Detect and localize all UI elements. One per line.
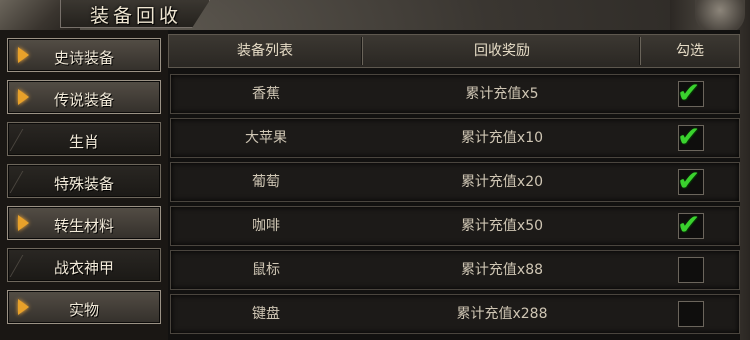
- item-reward: 累计充值x288: [456, 306, 548, 322]
- checkmark-icon: ✔: [677, 76, 701, 109]
- item-reward: 累计充值x88: [460, 262, 544, 278]
- select-checkbox[interactable]: ✔: [677, 120, 704, 153]
- select-checkbox[interactable]: ✔: [677, 164, 704, 197]
- recycle-table: 装备列表 回收奖励 勾选 香蕉 累计充值x5 ✔ 大苹果 累计充值x10 ✔ 葡萄 累计充值x…: [168, 30, 740, 340]
- item-name: 键盘: [252, 306, 280, 322]
- checkmark-icon: ✔: [677, 164, 701, 197]
- table-row: 香蕉 累计充值x5 ✔: [170, 74, 740, 114]
- menu-item-label: 传说装备: [53, 91, 114, 109]
- item-reward: 累计充值x10: [460, 130, 544, 146]
- item-reward: 累计充值x5: [465, 86, 539, 102]
- header-select: 勾选: [676, 43, 704, 59]
- menu-item-label: 转生材料: [53, 217, 114, 235]
- item-name: 大苹果: [245, 130, 287, 146]
- checkmark-icon: ✔: [677, 208, 701, 241]
- select-checkbox[interactable]: ✔: [677, 76, 704, 109]
- header-reward: 回收奖励: [474, 43, 530, 59]
- close-ornament-icon[interactable]: [695, 0, 745, 34]
- category-sidebar: 史诗装备传说装备生肖特殊装备转生材料战衣神甲实物: [0, 30, 168, 340]
- menu-item-0[interactable]: 史诗装备: [7, 38, 161, 72]
- item-name: 葡萄: [252, 174, 280, 190]
- window-title: 装备回收: [90, 5, 183, 27]
- item-name: 咖啡: [252, 218, 280, 234]
- menu-item-label: 特殊装备: [53, 175, 114, 193]
- menu-item-3[interactable]: 特殊装备: [7, 164, 161, 198]
- item-name: 香蕉: [252, 86, 280, 102]
- table-row: 键盘 累计充值x288: [170, 294, 740, 334]
- menu-item-label: 生肖: [68, 133, 99, 151]
- table-row: 大苹果 累计充值x10 ✔: [170, 118, 740, 158]
- select-checkbox[interactable]: [678, 301, 704, 327]
- menu-item-label: 史诗装备: [53, 49, 114, 67]
- table-row: 鼠标 累计充值x88: [170, 250, 740, 290]
- select-checkbox[interactable]: ✔: [677, 208, 704, 241]
- table-header: 装备列表 回收奖励 勾选: [168, 34, 740, 68]
- table-row: 咖啡 累计充值x50 ✔: [170, 206, 740, 246]
- item-reward: 累计充值x50: [460, 218, 544, 234]
- menu-item-2[interactable]: 生肖: [7, 122, 161, 156]
- item-reward: 累计充值x20: [460, 174, 544, 190]
- menu-item-4[interactable]: 转生材料: [7, 206, 161, 240]
- item-name: 鼠标: [252, 262, 280, 278]
- menu-item-6[interactable]: 实物: [7, 290, 161, 324]
- menu-item-label: 战衣神甲: [53, 259, 114, 277]
- menu-item-label: 实物: [68, 301, 99, 319]
- menu-item-5[interactable]: 战衣神甲: [7, 248, 161, 282]
- header-equip-list: 装备列表: [237, 43, 293, 59]
- table-row: 葡萄 累计充值x20 ✔: [170, 162, 740, 202]
- select-checkbox[interactable]: [678, 257, 704, 283]
- checkmark-icon: ✔: [677, 120, 701, 153]
- menu-item-1[interactable]: 传说装备: [7, 80, 161, 114]
